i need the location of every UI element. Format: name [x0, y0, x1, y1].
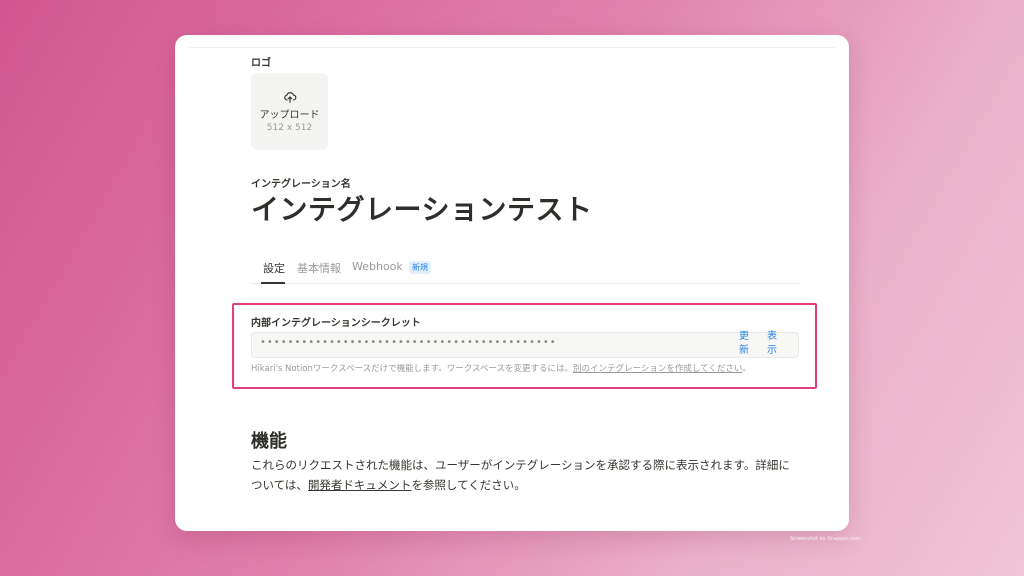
active-tab-indicator	[261, 282, 285, 284]
upload-size: 512 x 512	[266, 123, 313, 133]
capabilities-description: これらのリクエストされた機能は、ユーザーがインテグレーションを承認する際に表示さ…	[251, 455, 799, 495]
tab-bar: 設定 基本情報 Webhook 新規	[251, 257, 799, 284]
capabilities-title: 機能	[251, 431, 287, 452]
watermark: Screenshot by Xnapper.com	[790, 536, 861, 542]
developer-docs-link[interactable]: 開発者ドキュメント	[308, 478, 412, 492]
page-title: インテグレーションテスト	[251, 193, 593, 226]
secret-highlight-box	[232, 303, 817, 389]
tab-basic-info[interactable]: 基本情報	[297, 260, 341, 276]
settings-card: ロゴ アップロード 512 x 512 インテグレーション名 インテグレーション…	[175, 35, 849, 531]
logo-label: ロゴ	[251, 58, 271, 69]
capabilities-text-2: を参照してください。	[411, 478, 526, 492]
new-badge: 新規	[409, 261, 431, 274]
tab-settings[interactable]: 設定	[263, 260, 285, 276]
upload-text: アップロード	[259, 110, 320, 121]
top-divider	[189, 47, 835, 48]
tab-webhook[interactable]: Webhook	[352, 260, 403, 273]
cloud-upload-icon	[283, 92, 296, 103]
logo-upload-button[interactable]: アップロード 512 x 512	[251, 73, 328, 150]
